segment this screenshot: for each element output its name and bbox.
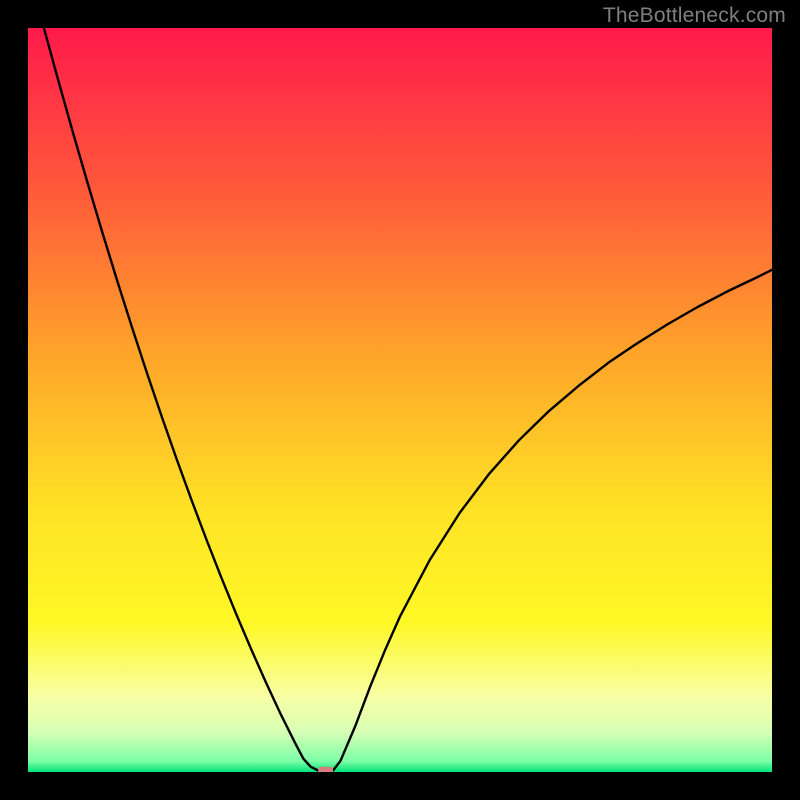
bottleneck-curve (28, 28, 772, 772)
plot-area (28, 28, 772, 772)
chart-frame: TheBottleneck.com (0, 0, 800, 800)
watermark-text: TheBottleneck.com (603, 4, 786, 28)
